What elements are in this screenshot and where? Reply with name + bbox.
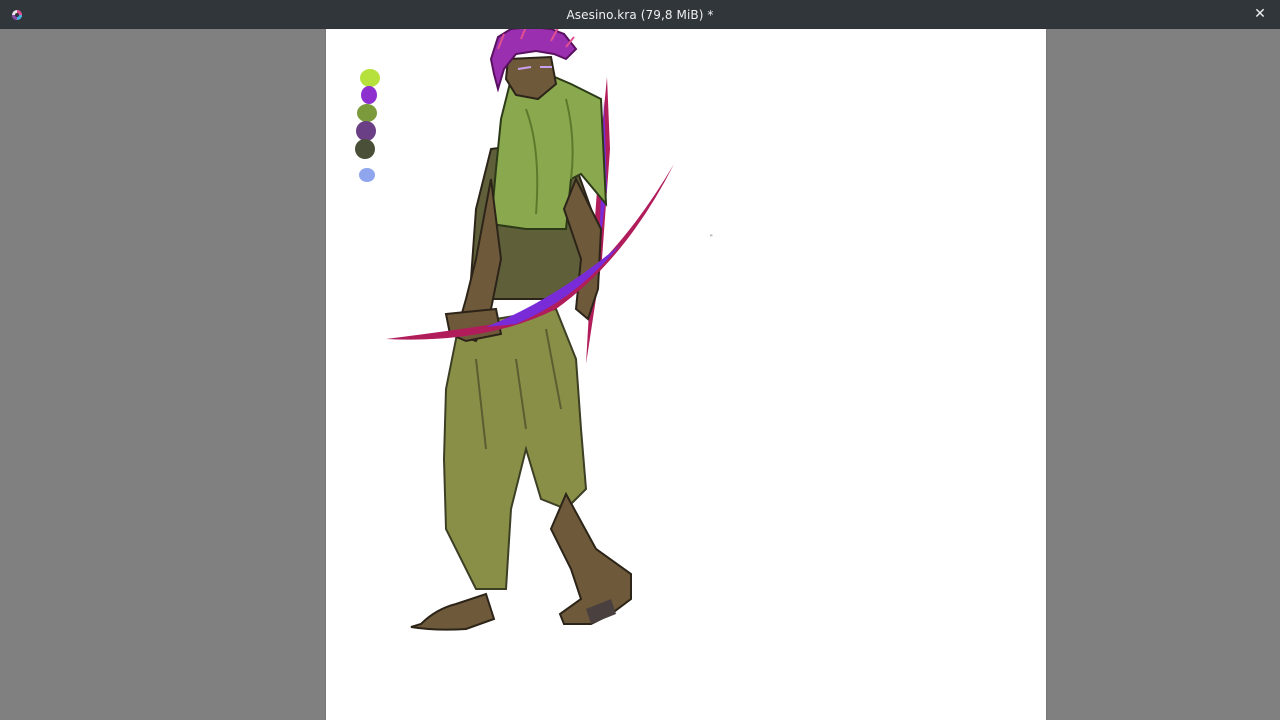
swatch-olive [357,104,377,122]
window-titlebar: Asesino.kra (79,8 MiB) * ✕ [0,0,1280,29]
character-figure [386,29,674,631]
drawing-canvas[interactable]: " [326,29,1046,720]
close-icon[interactable]: ✕ [1252,6,1268,22]
artwork: " [355,29,713,631]
swatch-purple [361,86,377,104]
swatch-dark-purple [356,121,376,141]
swatch-periwinkle [359,168,375,182]
cursor-mark: " [710,234,713,241]
canvas-workspace[interactable]: " [0,29,1280,720]
window-title: Asesino.kra (79,8 MiB) * [566,7,714,22]
krita-app-icon [11,9,23,21]
swatch-lime [360,69,380,87]
color-palette-swatches [355,69,380,182]
swatch-dark-olive [355,139,375,159]
